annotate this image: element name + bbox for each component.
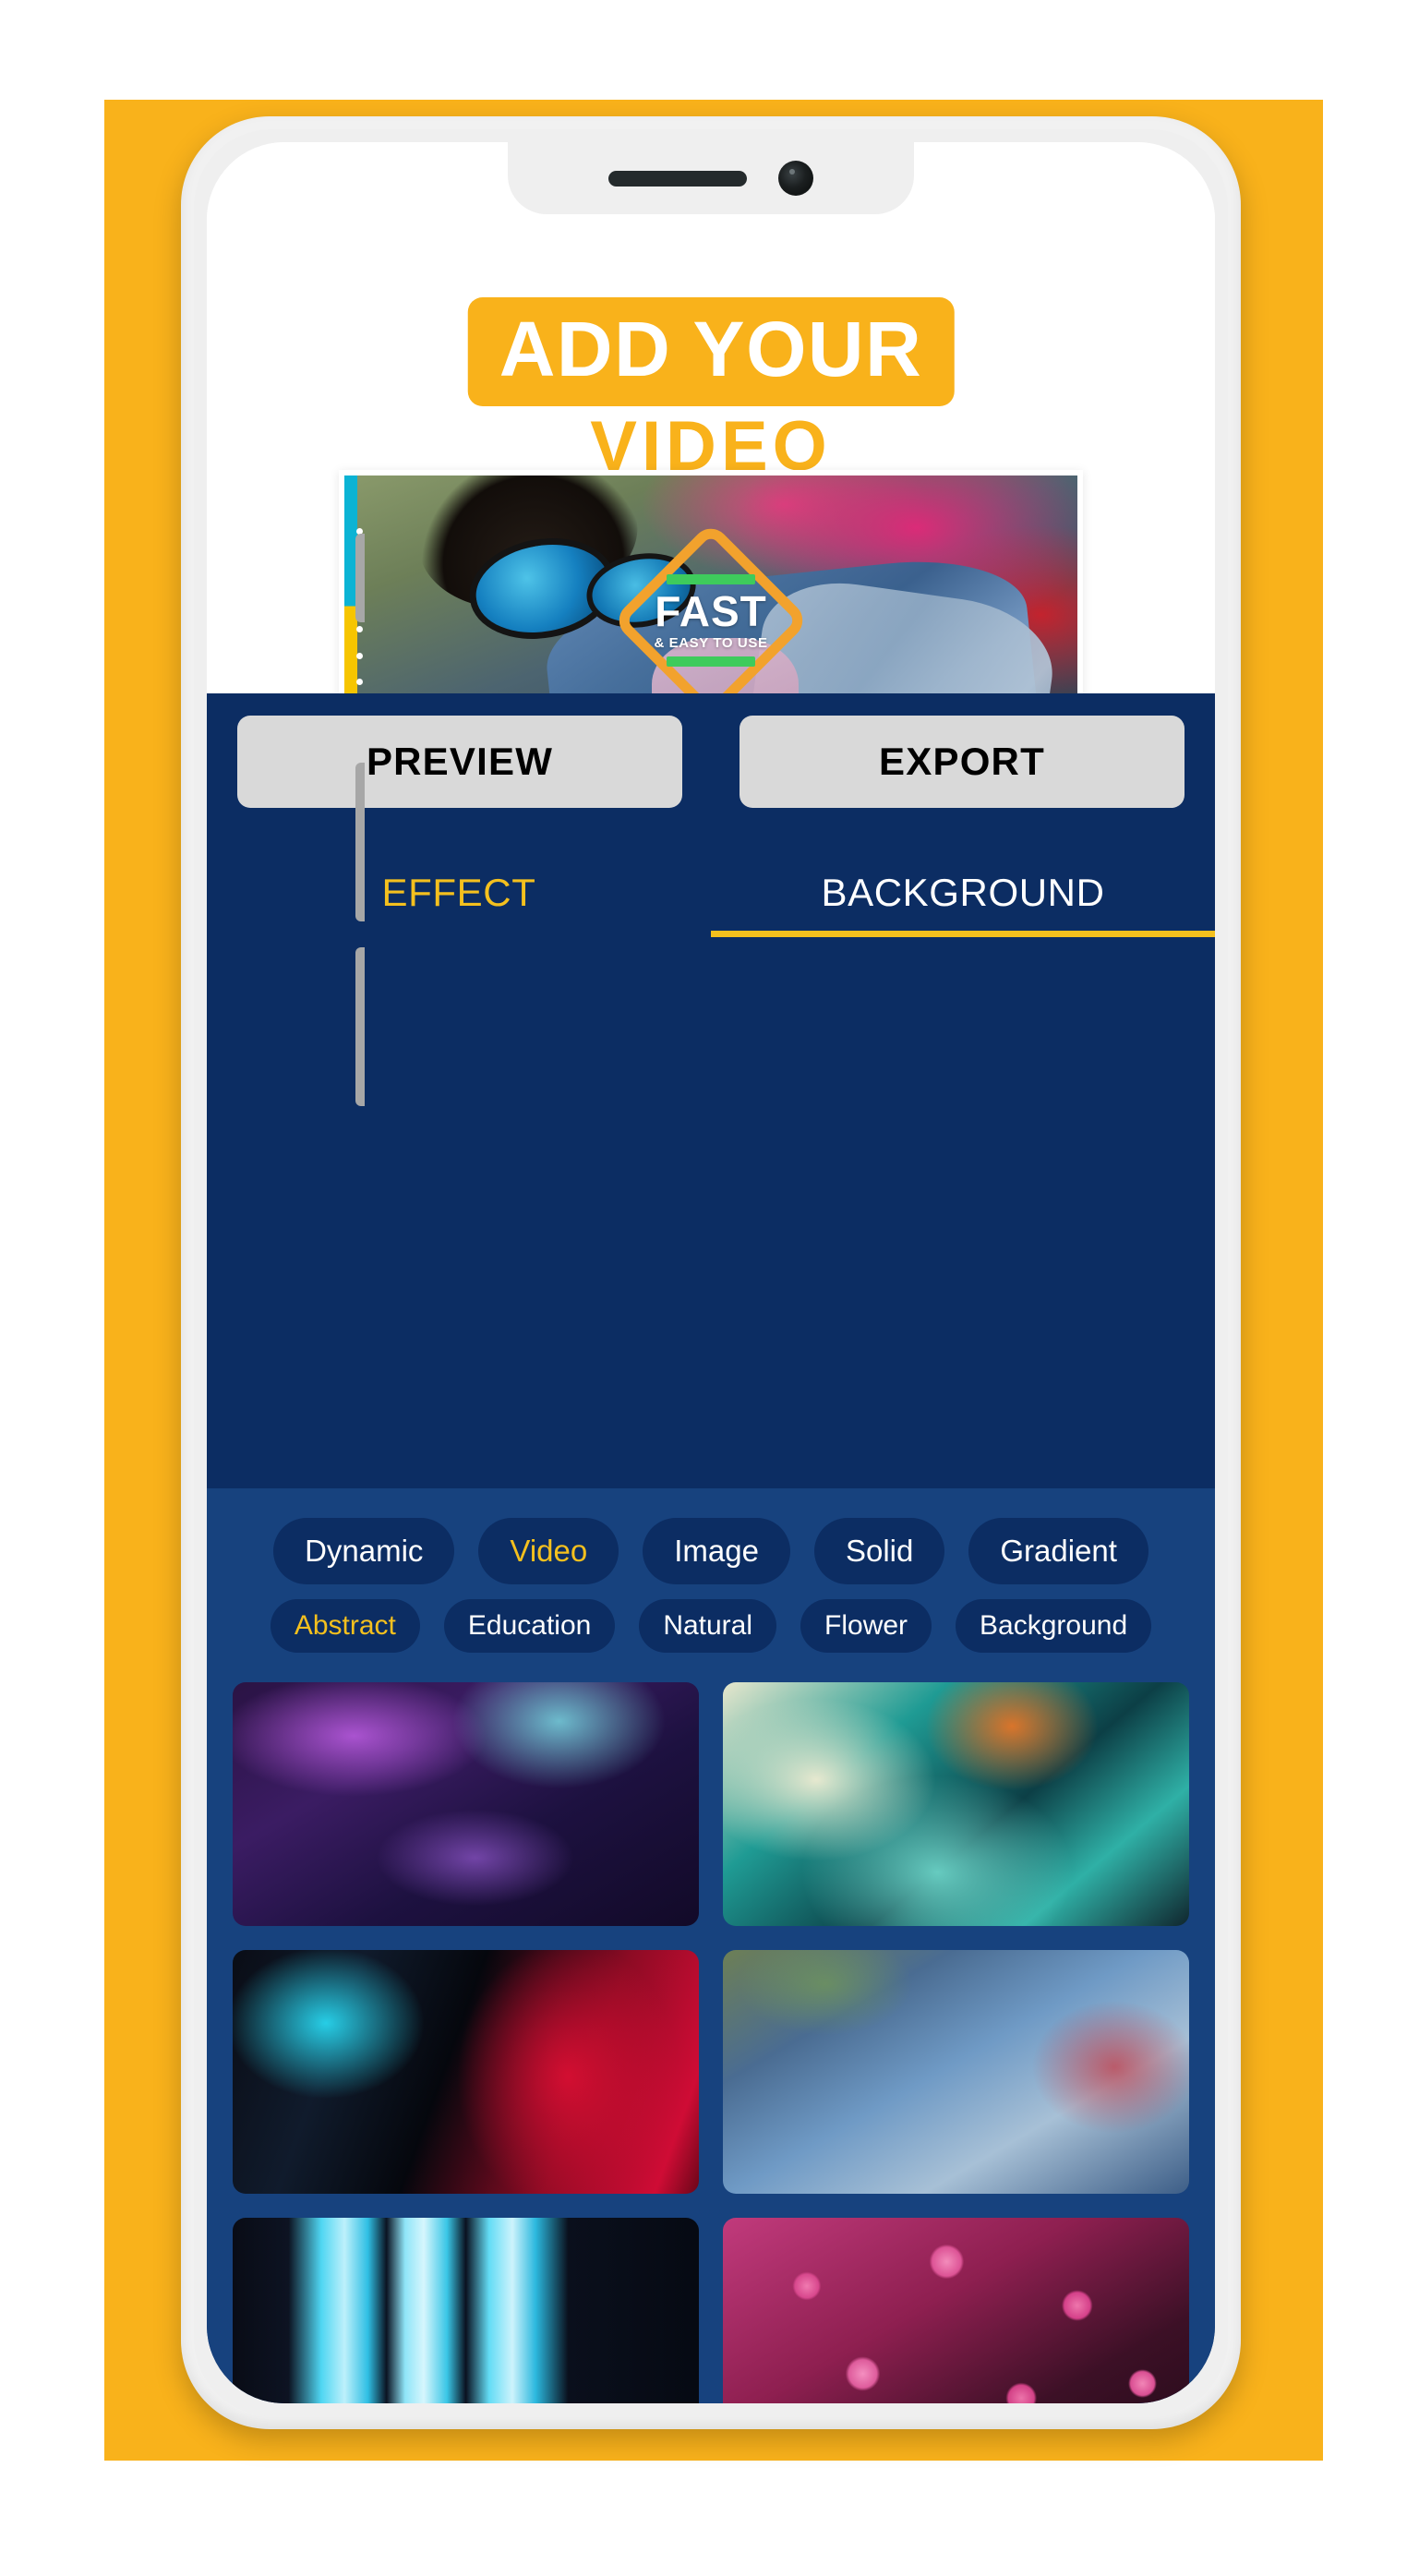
badge-headline: FAST: [655, 587, 767, 636]
phone-notch: [508, 142, 914, 214]
chip-image[interactable]: Image: [643, 1518, 790, 1584]
thumbnail-person-denim[interactable]: [723, 1950, 1189, 2194]
preview-button[interactable]: PREVIEW: [237, 716, 682, 808]
phone-screen: ADD YOUR VIDEO FAST & EASY TO USE PREVIE…: [207, 142, 1215, 2403]
chip-background[interactable]: Background: [956, 1599, 1152, 1653]
tab-background[interactable]: BACKGROUND: [711, 849, 1215, 937]
chip-abstract[interactable]: Abstract: [270, 1599, 420, 1653]
thumbnail-abstract-teal[interactable]: [723, 1682, 1189, 1926]
chip-gradient[interactable]: Gradient: [968, 1518, 1148, 1584]
background-gallery-grid: [207, 1682, 1215, 2403]
chip-row-secondary: Abstract Education Natural Flower Backgr…: [207, 1584, 1215, 1653]
volume-up-button[interactable]: [355, 763, 365, 921]
title-badge: ADD YOUR: [467, 297, 955, 406]
thumbnail-blue-light-streaks[interactable]: [233, 2218, 699, 2403]
background-content-area: Dynamic Video Image Solid Gradient Abstr…: [207, 1488, 1215, 2403]
tab-effect[interactable]: EFFECT: [207, 849, 711, 937]
speaker-grill-icon: [608, 170, 747, 187]
thumbnail-neon-red-cyan[interactable]: [233, 1950, 699, 2194]
chip-education[interactable]: Education: [443, 1599, 616, 1653]
thumbnail-abstract-purple[interactable]: [233, 1682, 699, 1926]
fast-badge: FAST & EASY TO USE: [611, 521, 811, 720]
mute-switch-button[interactable]: [355, 534, 365, 622]
thumbnail-pink-flowers[interactable]: [723, 2218, 1189, 2403]
badge-bar-top: [667, 574, 755, 585]
chip-natural[interactable]: Natural: [639, 1599, 777, 1653]
front-camera-icon: [778, 161, 813, 196]
badge-subline: & EASY TO USE: [654, 634, 768, 651]
volume-down-button[interactable]: [355, 947, 365, 1106]
chip-video[interactable]: Video: [478, 1518, 619, 1584]
phone-mockup: ADD YOUR VIDEO FAST & EASY TO USE PREVIE…: [181, 116, 1241, 2429]
chip-solid[interactable]: Solid: [813, 1518, 945, 1584]
page-title-line1: ADD YOUR: [499, 306, 923, 392]
badge-bar-bottom: [667, 656, 755, 667]
chip-flower[interactable]: Flower: [800, 1599, 932, 1653]
chip-dynamic[interactable]: Dynamic: [273, 1518, 455, 1584]
export-button[interactable]: EXPORT: [740, 716, 1185, 808]
phone-bezel: ADD YOUR VIDEO FAST & EASY TO USE PREVIE…: [194, 129, 1228, 2416]
chip-row-primary: Dynamic Video Image Solid Gradient: [207, 1488, 1215, 1584]
